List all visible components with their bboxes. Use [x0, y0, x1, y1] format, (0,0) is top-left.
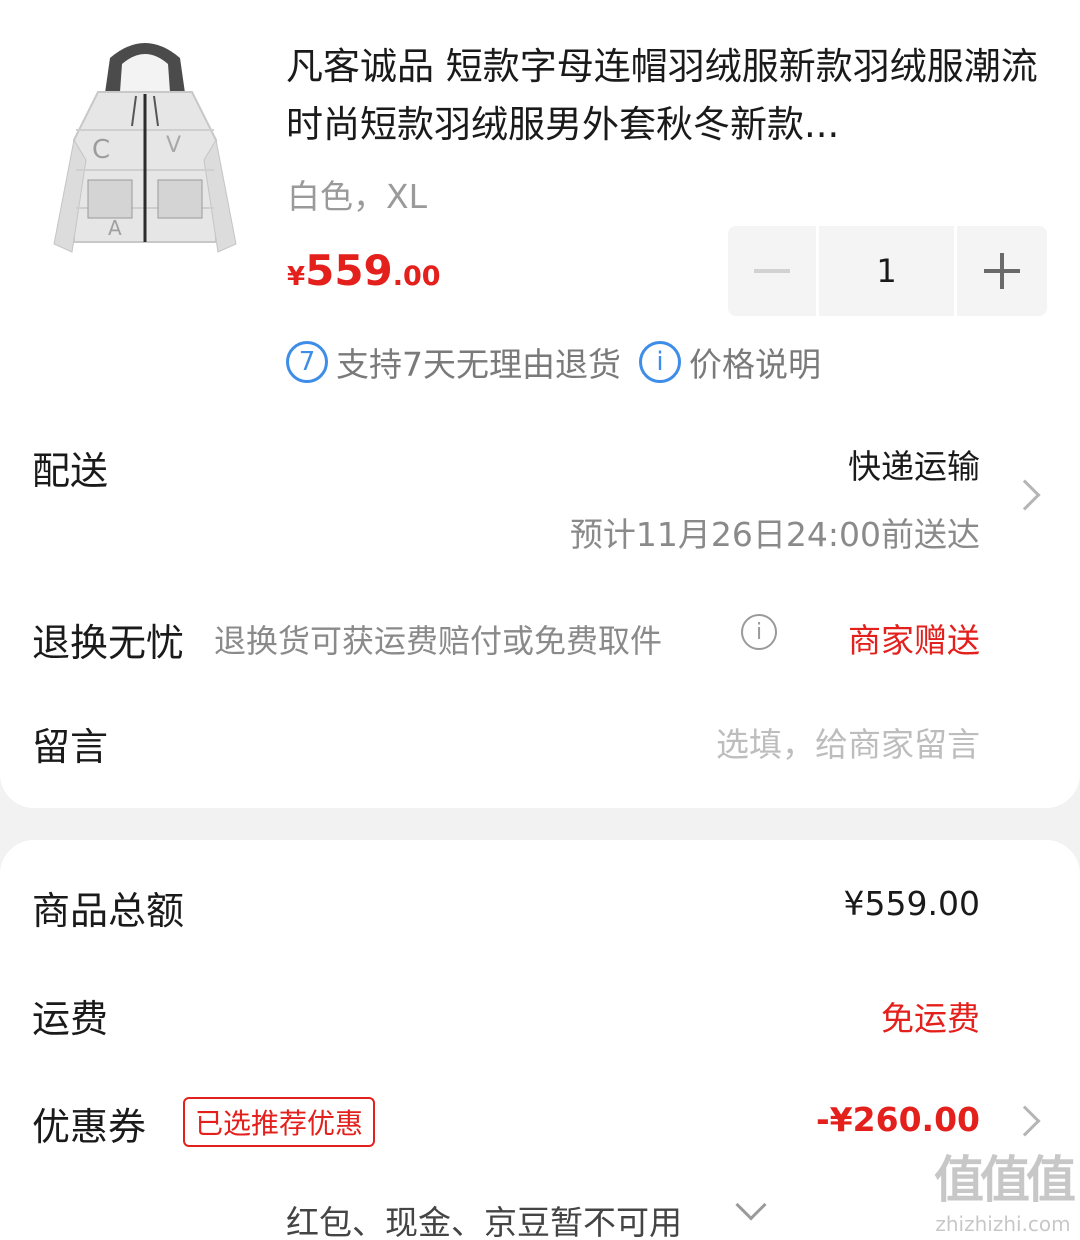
watermark-logo: 值值值 [934, 1151, 1076, 1209]
service-promises: 7 支持7天无理由退货 i 价格说明 [286, 338, 821, 386]
coupon-value[interactable]: -¥260.00 [816, 1100, 980, 1139]
returns-info-icon[interactable]: i [741, 614, 777, 650]
delivery-eta: 预计11月26日24:00前送达 [569, 515, 980, 554]
goods-total-value: ¥559.00 [843, 884, 980, 923]
jacket-image-icon: C V A [53, 43, 237, 253]
returns-value: 商家赠送 [848, 621, 980, 660]
order-summary-card: 商品总额 ¥559.00 运费 免运费 优惠券 -¥260.00 红包、现金、京… [0, 840, 1080, 1240]
chevron-down-icon[interactable] [735, 1189, 767, 1221]
delivery-label: 配送 [32, 449, 109, 493]
price-note-link[interactable]: 价格说明 [689, 338, 821, 386]
product-title[interactable]: 凡客诚品 短款字母连帽羽绒服新款羽绒服潮流时尚短款羽绒服男外套秋冬新款... [286, 38, 1046, 154]
price-integer: 559 [305, 246, 393, 295]
site-watermark: 值值值 zhizhizhi.com [934, 1140, 1076, 1236]
coupon-chevron-icon[interactable] [1009, 1105, 1041, 1137]
message-input[interactable]: 选填，给商家留言 [716, 718, 980, 766]
returns-desc: 退换货可获运费赔付或免费取件 [214, 622, 663, 660]
coupon-label: 优惠券 [32, 1105, 147, 1149]
product-thumbnail[interactable]: C V A [40, 30, 250, 270]
product-spec: 白色，XL [287, 177, 427, 216]
decrease-quantity-button[interactable] [728, 226, 816, 316]
svg-text:V: V [166, 133, 181, 158]
message-label: 留言 [32, 725, 109, 769]
goods-total-label: 商品总额 [32, 889, 185, 933]
returns-label: 退换无忧 [32, 621, 185, 665]
delivery-chevron-icon[interactable] [1009, 479, 1041, 511]
more-payment-text[interactable]: 红包、现金、京豆暂不可用 [286, 1196, 682, 1240]
order-product-card: C V A 凡客诚品 短款字母连帽羽绒服新款羽绒服潮流时尚短款羽绒服男外套秋冬新… [0, 0, 1080, 808]
increase-quantity-button[interactable] [957, 226, 1047, 316]
product-price: ¥559.00 [287, 246, 441, 295]
recommended-coupon-badge: 已选推荐优惠 [183, 1097, 376, 1147]
quantity-stepper: 1 [728, 226, 1050, 316]
shipping-label: 运费 [32, 997, 109, 1041]
seven-day-return-icon: 7 [286, 341, 328, 383]
seven-day-return-text[interactable]: 支持7天无理由退货 [336, 338, 621, 386]
price-decimal: .00 [392, 261, 441, 292]
price-currency: ¥ [287, 262, 306, 292]
shipping-value: 免运费 [881, 999, 980, 1038]
svg-text:A: A [108, 216, 122, 240]
delivery-method[interactable]: 快递运输 [848, 440, 980, 488]
watermark-url: zhizhizhi.com [935, 1212, 1071, 1236]
minus-icon [754, 269, 790, 273]
plus-icon [984, 253, 1020, 289]
svg-text:C: C [92, 135, 110, 165]
quantity-value[interactable]: 1 [819, 226, 954, 316]
info-icon: i [639, 341, 681, 383]
